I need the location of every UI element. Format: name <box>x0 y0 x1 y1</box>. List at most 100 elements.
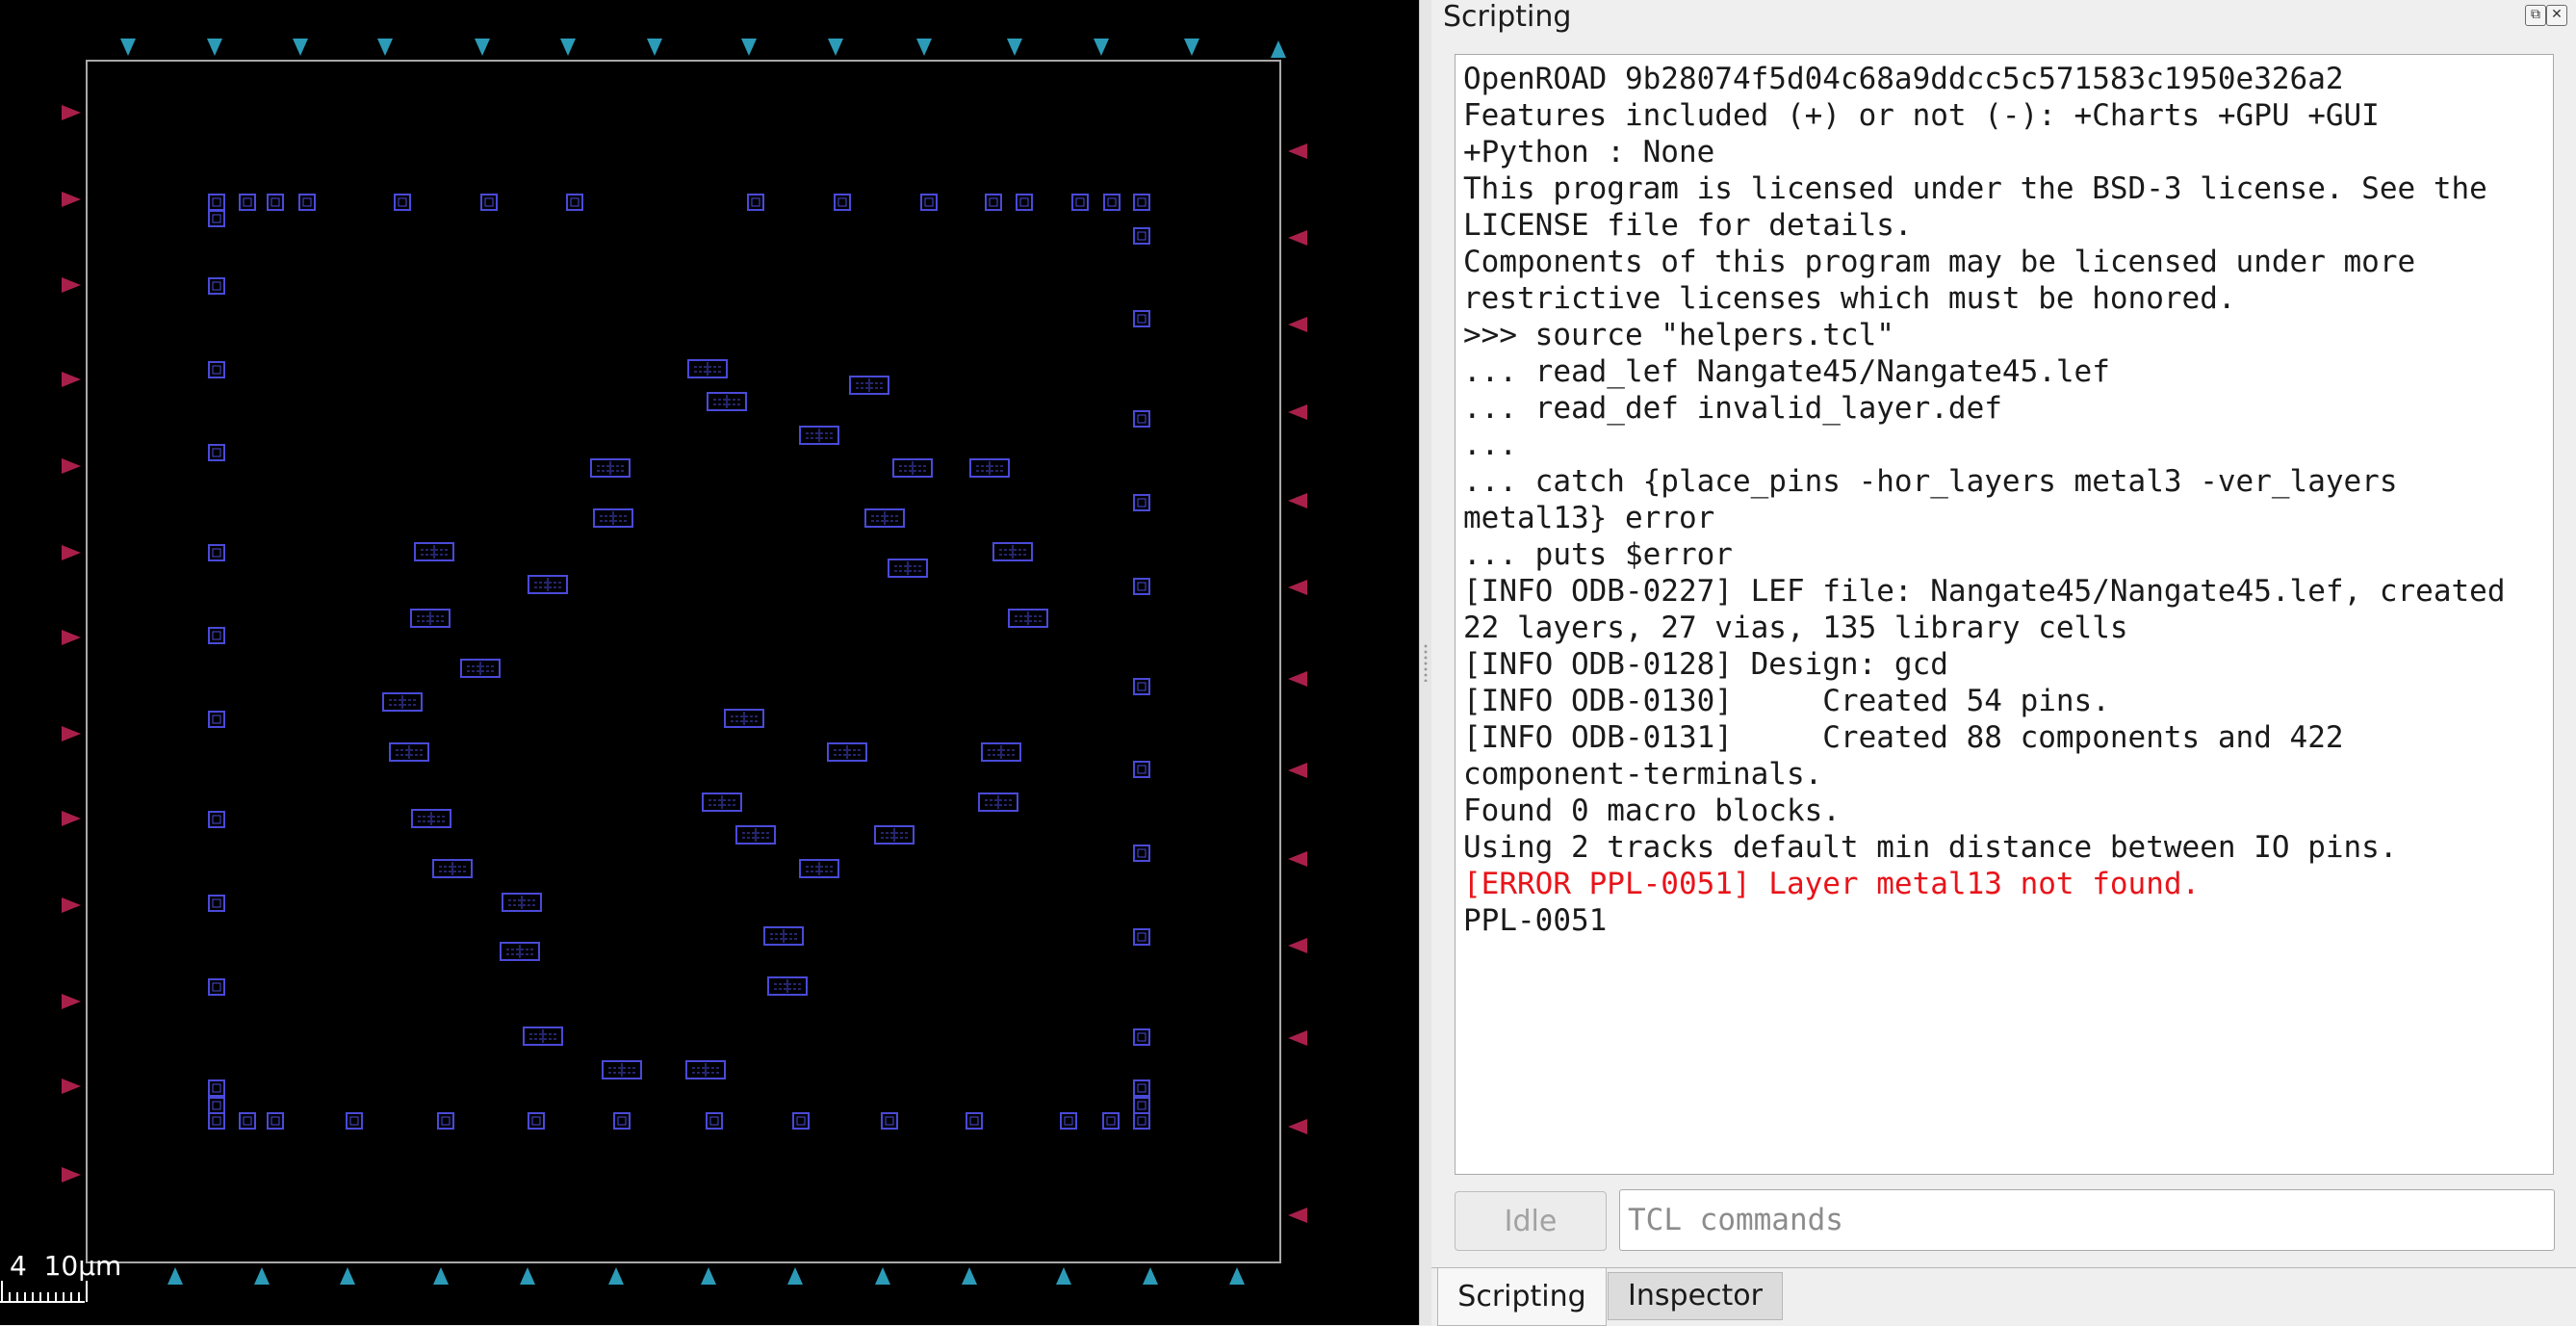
console-line: Found 0 macro blocks. <box>1463 793 1841 828</box>
io-pin-bottom <box>962 1267 977 1285</box>
io-pin-bottom <box>701 1267 716 1285</box>
die-outline <box>86 60 1281 1263</box>
io-pin-left <box>62 630 81 645</box>
io-pin-top <box>1094 39 1109 56</box>
std-cell-pin <box>617 1116 627 1126</box>
std-cell <box>267 194 284 211</box>
io-pin-right <box>1288 1030 1307 1046</box>
tcl-command-input[interactable] <box>1619 1189 2555 1251</box>
close-icon[interactable]: ✕ <box>2546 5 2567 26</box>
io-pin-top <box>741 39 757 56</box>
std-cell <box>834 194 851 211</box>
std-cell <box>239 194 256 211</box>
std-cell-pin <box>212 548 221 558</box>
layout-viewer[interactable]: 4 10µm <box>0 0 1419 1325</box>
io-pin-right <box>1288 938 1307 953</box>
std-cell-pin <box>212 631 221 640</box>
console-line: LICENSE file for details. <box>1463 208 1913 243</box>
io-pin-top <box>120 39 136 56</box>
std-cell <box>394 194 411 211</box>
io-pin-left <box>62 105 81 120</box>
std-cell-pin <box>1137 582 1146 591</box>
idle-button[interactable]: Idle <box>1455 1191 1607 1251</box>
io-pin-bottom <box>520 1267 535 1285</box>
io-pin-right <box>1288 404 1307 420</box>
std-cell <box>208 711 225 728</box>
console-line: >>> source "helpers.tcl" <box>1463 318 1894 352</box>
console-output[interactable]: OpenROAD 9b28074f5d04c68a9ddcc5c571583c1… <box>1455 54 2554 1175</box>
std-cell <box>1133 310 1150 327</box>
io-pin-top <box>647 39 662 56</box>
std-cell-pin <box>1137 1032 1146 1042</box>
io-pin-left <box>62 897 81 913</box>
std-cell <box>208 1097 225 1114</box>
console-line: Features included (+) or not (-): +Chart… <box>1463 98 2380 133</box>
io-pin-right <box>1288 763 1307 778</box>
io-pin-left <box>62 458 81 474</box>
std-cell-pin <box>212 1101 221 1110</box>
console-line: OpenROAD 9b28074f5d04c68a9ddcc5c571583c1… <box>1463 62 2344 96</box>
std-cell-pin <box>441 1116 451 1126</box>
std-cell-pin <box>212 715 221 724</box>
std-cell-pin <box>1137 197 1146 207</box>
io-pin-right <box>1288 143 1307 159</box>
std-cell <box>1103 194 1121 211</box>
std-cell <box>985 194 1002 211</box>
io-pin-left <box>62 545 81 560</box>
std-cell <box>747 194 764 211</box>
std-cell <box>208 978 225 996</box>
console-line: ... catch {place_pins -hor_layers metal3… <box>1463 464 2398 499</box>
std-cell-pin <box>1137 314 1146 324</box>
io-pin-right <box>1288 671 1307 687</box>
io-pin-right <box>1288 230 1307 246</box>
io-pin-right <box>1288 851 1307 867</box>
console-line: Components of this program may be licens… <box>1463 245 2416 279</box>
io-pin-bottom <box>608 1267 624 1285</box>
console-line: component-terminals. <box>1463 757 1823 792</box>
float-icon[interactable]: ⧉ <box>2525 5 2546 26</box>
std-cell <box>208 210 225 227</box>
io-pin-top <box>916 39 932 56</box>
io-pin-bottom <box>787 1267 803 1285</box>
io-pin-top <box>293 39 308 56</box>
console-line: +Python : None <box>1463 135 1715 169</box>
std-cell-pin <box>212 281 221 291</box>
console-line: This program is licensed under the BSD-3… <box>1463 171 2487 206</box>
std-cell <box>613 1112 631 1130</box>
std-cell-pin <box>989 197 998 207</box>
std-cell-pin <box>1137 414 1146 424</box>
std-cell-pin <box>212 448 221 457</box>
panel-splitter[interactable] <box>1419 0 1432 1325</box>
std-cell-pin <box>531 1116 541 1126</box>
std-cell <box>1016 194 1033 211</box>
std-cell <box>1102 1112 1120 1130</box>
std-cell <box>208 444 225 461</box>
splitter-grip-icon <box>1423 643 1429 682</box>
std-cell <box>208 361 225 378</box>
std-cell <box>208 627 225 644</box>
tab-inspector[interactable]: Inspector <box>1608 1272 1783 1320</box>
std-cell <box>881 1112 898 1130</box>
std-cell-pin <box>1107 197 1117 207</box>
scale-bar-label: 4 10µm <box>10 1250 122 1282</box>
std-cell-pin <box>212 197 221 207</box>
std-cell <box>792 1112 810 1130</box>
std-cell <box>239 1112 256 1130</box>
std-cell <box>1133 194 1150 211</box>
tab-scripting[interactable]: Scripting <box>1437 1268 1607 1326</box>
io-pin-left <box>62 1167 81 1183</box>
std-cell-pin <box>1137 231 1146 241</box>
layout-canvas[interactable] <box>0 0 1419 1325</box>
io-pin-left <box>62 726 81 741</box>
console-line: ... read_lef Nangate45/Nangate45.lef <box>1463 354 2110 389</box>
console-line: 22 layers, 27 vias, 135 library cells <box>1463 611 2128 645</box>
io-pin-right <box>1288 493 1307 508</box>
std-cell <box>1133 410 1150 428</box>
std-cell <box>1133 845 1150 862</box>
console-line: [INFO ODB-0128] Design: gcd <box>1463 647 1948 682</box>
console-line: ... read_def invalid_layer.def <box>1463 391 2002 426</box>
io-pin-bottom <box>875 1267 890 1285</box>
std-cell-pin <box>212 898 221 908</box>
std-cell-pin <box>709 1116 719 1126</box>
std-cell <box>208 1112 225 1130</box>
